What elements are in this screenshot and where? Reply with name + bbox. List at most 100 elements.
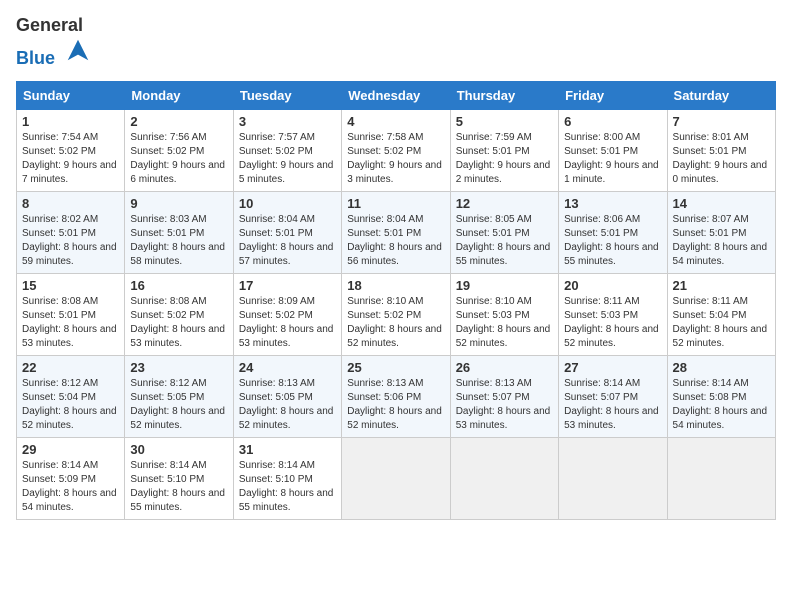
day-number: 12 xyxy=(456,196,553,211)
day-number: 11 xyxy=(347,196,444,211)
calendar-cell xyxy=(667,437,775,519)
calendar-cell: 31 Sunrise: 8:14 AMSunset: 5:10 PMDayligh… xyxy=(233,437,341,519)
calendar-cell: 21 Sunrise: 8:11 AMSunset: 5:04 PMDayligh… xyxy=(667,273,775,355)
calendar-container: General Blue SundayMondayTuesdayWednesda… xyxy=(0,0,792,528)
cell-info: Sunrise: 8:14 AMSunset: 5:07 PMDaylight:… xyxy=(564,377,661,433)
cell-info: Sunrise: 8:01 AMSunset: 5:01 PMDaylight:… xyxy=(673,131,770,187)
day-number: 1 xyxy=(22,114,119,129)
day-number: 22 xyxy=(22,360,119,375)
calendar-cell: 30Sunrise: 8:14 AMSunset: 5:10 PMDayligh… xyxy=(125,437,233,519)
cell-info: Sunrise: 8:12 AMSunset: 5:05 PMDaylight:… xyxy=(130,377,227,433)
day-number: 26 xyxy=(456,360,553,375)
cell-info: Sunrise: 7:54 AMSunset: 5:02 PMDaylight:… xyxy=(22,131,119,187)
weekday-header-sunday: Sunday xyxy=(17,81,125,109)
logo-icon xyxy=(64,36,92,64)
calendar-cell: 3 Sunrise: 7:57 AMSunset: 5:02 PMDaylight… xyxy=(233,109,341,191)
day-number: 10 xyxy=(239,196,336,211)
cell-info: Sunrise: 8:13 AMSunset: 5:05 PMDaylight:… xyxy=(239,377,336,433)
cell-info: Sunrise: 8:14 AMSunset: 5:10 PMDaylight:… xyxy=(239,459,336,515)
calendar-cell xyxy=(342,437,450,519)
calendar-cell: 29Sunrise: 8:14 AMSunset: 5:09 PMDayligh… xyxy=(17,437,125,519)
calendar-cell: 2 Sunrise: 7:56 AMSunset: 5:02 PMDaylight… xyxy=(125,109,233,191)
week-row-2: 8Sunrise: 8:02 AMSunset: 5:01 PMDaylight… xyxy=(17,191,776,273)
calendar-cell: 25 Sunrise: 8:13 AMSunset: 5:06 PMDayligh… xyxy=(342,355,450,437)
calendar-cell: 1 Sunrise: 7:54 AMSunset: 5:02 PMDaylight… xyxy=(17,109,125,191)
cell-info: Sunrise: 8:08 AMSunset: 5:01 PMDaylight:… xyxy=(22,295,119,351)
day-number: 16 xyxy=(130,278,227,293)
calendar-cell: 11 Sunrise: 8:04 AMSunset: 5:01 PMDayligh… xyxy=(342,191,450,273)
day-number: 20 xyxy=(564,278,661,293)
day-number: 13 xyxy=(564,196,661,211)
day-number: 24 xyxy=(239,360,336,375)
cell-info: Sunrise: 8:04 AMSunset: 5:01 PMDaylight:… xyxy=(347,213,444,269)
calendar-cell: 5 Sunrise: 7:59 AMSunset: 5:01 PMDaylight… xyxy=(450,109,558,191)
calendar-cell: 23Sunrise: 8:12 AMSunset: 5:05 PMDayligh… xyxy=(125,355,233,437)
day-number: 31 xyxy=(239,442,336,457)
weekday-header-wednesday: Wednesday xyxy=(342,81,450,109)
weekday-header-tuesday: Tuesday xyxy=(233,81,341,109)
calendar-cell: 14 Sunrise: 8:07 AMSunset: 5:01 PMDayligh… xyxy=(667,191,775,273)
logo-blue: Blue xyxy=(16,48,55,68)
calendar-cell: 24 Sunrise: 8:13 AMSunset: 5:05 PMDayligh… xyxy=(233,355,341,437)
calendar-cell: 20 Sunrise: 8:11 AMSunset: 5:03 PMDayligh… xyxy=(559,273,667,355)
day-number: 19 xyxy=(456,278,553,293)
day-number: 15 xyxy=(22,278,119,293)
calendar-cell: 4 Sunrise: 7:58 AMSunset: 5:02 PMDaylight… xyxy=(342,109,450,191)
cell-info: Sunrise: 7:57 AMSunset: 5:02 PMDaylight:… xyxy=(239,131,336,187)
weekday-header-friday: Friday xyxy=(559,81,667,109)
cell-info: Sunrise: 8:02 AMSunset: 5:01 PMDaylight:… xyxy=(22,213,119,269)
calendar-cell: 26 Sunrise: 8:13 AMSunset: 5:07 PMDayligh… xyxy=(450,355,558,437)
calendar-cell: 8Sunrise: 8:02 AMSunset: 5:01 PMDaylight… xyxy=(17,191,125,273)
week-row-1: 1 Sunrise: 7:54 AMSunset: 5:02 PMDaylight… xyxy=(17,109,776,191)
day-number: 27 xyxy=(564,360,661,375)
cell-info: Sunrise: 8:05 AMSunset: 5:01 PMDaylight:… xyxy=(456,213,553,269)
calendar-cell: 13 Sunrise: 8:06 AMSunset: 5:01 PMDayligh… xyxy=(559,191,667,273)
weekday-header-row: SundayMondayTuesdayWednesdayThursdayFrid… xyxy=(17,81,776,109)
calendar-cell: 17Sunrise: 8:09 AMSunset: 5:02 PMDayligh… xyxy=(233,273,341,355)
calendar-cell: 10 Sunrise: 8:04 AMSunset: 5:01 PMDayligh… xyxy=(233,191,341,273)
cell-info: Sunrise: 8:12 AMSunset: 5:04 PMDaylight:… xyxy=(22,377,119,433)
cell-info: Sunrise: 8:10 AMSunset: 5:03 PMDaylight:… xyxy=(456,295,553,351)
cell-info: Sunrise: 7:58 AMSunset: 5:02 PMDaylight:… xyxy=(347,131,444,187)
week-row-4: 22 Sunrise: 8:12 AMSunset: 5:04 PMDayligh… xyxy=(17,355,776,437)
day-number: 7 xyxy=(673,114,770,129)
day-number: 30 xyxy=(130,442,227,457)
day-number: 21 xyxy=(673,278,770,293)
weekday-header-monday: Monday xyxy=(125,81,233,109)
calendar-cell: 19 Sunrise: 8:10 AMSunset: 5:03 PMDayligh… xyxy=(450,273,558,355)
cell-info: Sunrise: 8:11 AMSunset: 5:04 PMDaylight:… xyxy=(673,295,770,351)
calendar-cell: 15 Sunrise: 8:08 AMSunset: 5:01 PMDayligh… xyxy=(17,273,125,355)
weekday-header-saturday: Saturday xyxy=(667,81,775,109)
calendar-cell xyxy=(450,437,558,519)
cell-info: Sunrise: 7:56 AMSunset: 5:02 PMDaylight:… xyxy=(130,131,227,187)
cell-info: Sunrise: 8:13 AMSunset: 5:06 PMDaylight:… xyxy=(347,377,444,433)
cell-info: Sunrise: 8:07 AMSunset: 5:01 PMDaylight:… xyxy=(673,213,770,269)
calendar-cell: 28Sunrise: 8:14 AMSunset: 5:08 PMDayligh… xyxy=(667,355,775,437)
calendar-cell: 6Sunrise: 8:00 AMSunset: 5:01 PMDaylight… xyxy=(559,109,667,191)
calendar-cell: 7 Sunrise: 8:01 AMSunset: 5:01 PMDaylight… xyxy=(667,109,775,191)
day-number: 4 xyxy=(347,114,444,129)
cell-info: Sunrise: 8:03 AMSunset: 5:01 PMDaylight:… xyxy=(130,213,227,269)
day-number: 29 xyxy=(22,442,119,457)
day-number: 3 xyxy=(239,114,336,129)
day-number: 2 xyxy=(130,114,227,129)
logo: General Blue xyxy=(16,16,92,69)
day-number: 25 xyxy=(347,360,444,375)
calendar-cell: 22 Sunrise: 8:12 AMSunset: 5:04 PMDayligh… xyxy=(17,355,125,437)
cell-info: Sunrise: 8:10 AMSunset: 5:02 PMDaylight:… xyxy=(347,295,444,351)
calendar-cell: 12 Sunrise: 8:05 AMSunset: 5:01 PMDayligh… xyxy=(450,191,558,273)
week-row-5: 29Sunrise: 8:14 AMSunset: 5:09 PMDayligh… xyxy=(17,437,776,519)
cell-info: Sunrise: 8:09 AMSunset: 5:02 PMDaylight:… xyxy=(239,295,336,351)
day-number: 5 xyxy=(456,114,553,129)
cell-info: Sunrise: 8:06 AMSunset: 5:01 PMDaylight:… xyxy=(564,213,661,269)
cell-info: Sunrise: 8:11 AMSunset: 5:03 PMDaylight:… xyxy=(564,295,661,351)
day-number: 14 xyxy=(673,196,770,211)
cell-info: Sunrise: 8:04 AMSunset: 5:01 PMDaylight:… xyxy=(239,213,336,269)
cell-info: Sunrise: 8:14 AMSunset: 5:08 PMDaylight:… xyxy=(673,377,770,433)
cell-info: Sunrise: 8:13 AMSunset: 5:07 PMDaylight:… xyxy=(456,377,553,433)
calendar-table: SundayMondayTuesdayWednesdayThursdayFrid… xyxy=(16,81,776,520)
calendar-cell: 16Sunrise: 8:08 AMSunset: 5:02 PMDayligh… xyxy=(125,273,233,355)
calendar-cell: 18Sunrise: 8:10 AMSunset: 5:02 PMDayligh… xyxy=(342,273,450,355)
calendar-cell xyxy=(559,437,667,519)
cell-info: Sunrise: 7:59 AMSunset: 5:01 PMDaylight:… xyxy=(456,131,553,187)
